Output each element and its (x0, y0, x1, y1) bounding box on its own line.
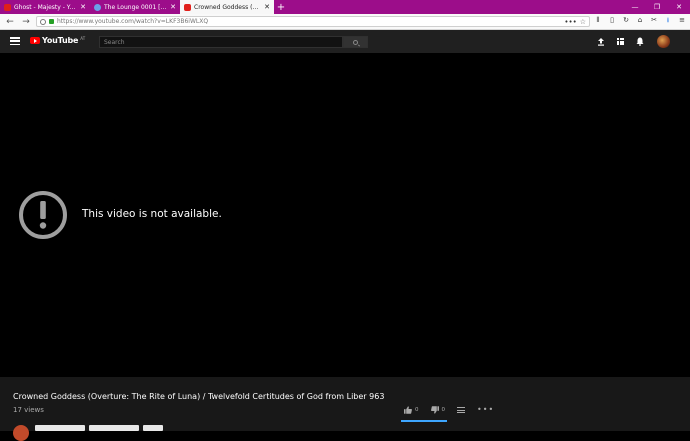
video-info: Crowned Goddess (Overture: The Rite of L… (0, 377, 690, 441)
search-icon (353, 39, 358, 45)
browser-tab-bar: Ghost - Majesty - YouTube ✕ The Lounge 0… (0, 0, 690, 14)
youtube-masthead: YouTube AT Search (0, 30, 690, 53)
library-icon[interactable]: ⫴ (594, 16, 602, 27)
tab-title: Crowned Goddess (Overture: T... (194, 3, 261, 11)
youtube-logo[interactable]: YouTube AT (30, 36, 85, 45)
hamburger-menu-icon[interactable] (10, 37, 20, 45)
channel-avatar[interactable] (13, 425, 29, 441)
dislike-count: 0 (441, 407, 446, 413)
video-title: Crowned Goddess (Overture: The Rite of L… (13, 392, 385, 401)
logo-text: YouTube (42, 36, 79, 45)
view-count: 17 views (13, 406, 44, 414)
error-exclamation-icon (19, 191, 67, 239)
tab-title: Ghost - Majesty - YouTube (14, 3, 78, 11)
account-avatar[interactable] (657, 35, 670, 48)
like-count: 0 (415, 407, 419, 413)
close-tab-icon[interactable]: ✕ (80, 3, 86, 11)
video-unavailable-message: This video is not available. (82, 208, 222, 220)
thumbs-down-icon (430, 406, 439, 414)
upload-icon[interactable] (597, 38, 605, 46)
browser-nav-bar: ← → https://www.youtube.com/watch?v=LKF3… (0, 14, 690, 30)
video-actions: 0 0 ••• (404, 406, 494, 414)
toolbar-icons: ⫴ ▯ ↻ ⌂ ✂ ⭳ ≡ (594, 16, 686, 27)
minimize-button[interactable]: — (624, 0, 646, 14)
youtube-play-icon (30, 37, 40, 44)
reload-icon[interactable]: ↻ (622, 16, 630, 27)
forward-button[interactable]: → (20, 16, 32, 28)
dislike-button[interactable]: 0 (430, 406, 446, 414)
menu-icon[interactable]: ≡ (678, 16, 686, 27)
close-window-button[interactable]: ✕ (668, 0, 690, 14)
download-icon[interactable]: ⭳ (664, 16, 672, 27)
notifications-bell-icon[interactable] (636, 37, 644, 46)
page-actions-icon[interactable]: ••• (564, 18, 576, 26)
save-to-playlist-icon[interactable] (457, 407, 465, 413)
window-controls: — ❐ ✕ (624, 0, 690, 14)
bookmark-star-icon[interactable]: ☆ (580, 18, 586, 26)
like-button[interactable]: 0 (404, 406, 419, 414)
like-ratio-fill (401, 420, 447, 422)
info-icon[interactable] (40, 18, 46, 25)
placeholder-chip (143, 425, 163, 431)
home-icon[interactable]: ⌂ (636, 16, 644, 27)
restore-button[interactable]: ❐ (646, 0, 668, 14)
lock-icon (49, 19, 54, 24)
search-button[interactable] (343, 36, 368, 48)
placeholder-chip (89, 425, 139, 431)
logo-country: AT (80, 36, 86, 41)
thumbs-up-icon (404, 406, 412, 414)
video-player[interactable]: This video is not available. (0, 53, 690, 377)
new-tab-button[interactable]: + (274, 0, 288, 14)
url-text: https://www.youtube.com/watch?v=LKF3B6iW… (57, 18, 209, 25)
sidebar-icon[interactable]: ▯ (608, 16, 616, 27)
url-bar[interactable]: https://www.youtube.com/watch?v=LKF3B6iW… (36, 16, 590, 27)
like-ratio-bar (401, 420, 447, 422)
browser-tab-the-lounge[interactable]: The Lounge 0001 [From the E... ✕ (90, 0, 180, 14)
youtube-icon (184, 3, 191, 11)
screenshot-icon[interactable]: ✂ (650, 16, 658, 27)
search-input[interactable]: Search (99, 36, 343, 48)
close-tab-icon[interactable]: ✕ (264, 3, 270, 11)
channel-row (13, 425, 163, 441)
browser-tab-crowned-goddess[interactable]: Crowned Goddess (Overture: T... ✕ (180, 0, 274, 14)
browser-tab-ghost-majesty[interactable]: Ghost - Majesty - YouTube ✕ (0, 0, 90, 14)
youtube-icon (4, 3, 11, 11)
more-actions-button[interactable]: ••• (477, 406, 494, 414)
placeholder-chip (35, 425, 85, 431)
globe-icon (94, 3, 101, 11)
tab-title: The Lounge 0001 [From the E... (104, 3, 167, 11)
back-button[interactable]: ← (4, 16, 16, 28)
apps-grid-icon[interactable] (617, 38, 624, 45)
close-tab-icon[interactable]: ✕ (170, 3, 176, 11)
